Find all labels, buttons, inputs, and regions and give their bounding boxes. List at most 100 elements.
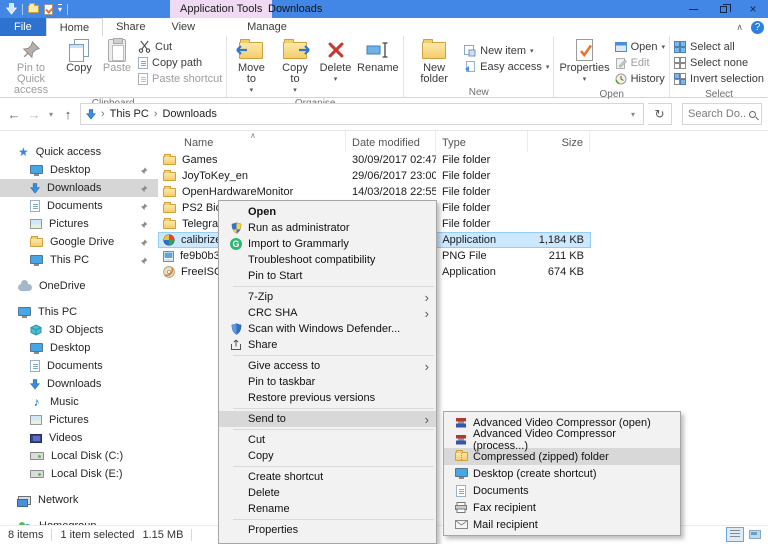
sidebar-item-downloads-qa[interactable]: Downloads bbox=[0, 179, 158, 197]
menu-item-troubleshoot-compatibility[interactable]: Troubleshoot compatibility bbox=[219, 252, 436, 268]
search-input[interactable]: Search Do... bbox=[682, 103, 762, 125]
breadcrumb-this-pc[interactable]: This PC bbox=[110, 108, 149, 120]
sidebar-item-desktop[interactable]: Desktop bbox=[0, 339, 158, 357]
tab-view[interactable]: View bbox=[158, 18, 208, 36]
sidebar-item-3d-objects[interactable]: 3D Objects bbox=[0, 321, 158, 339]
copy-path-button[interactable]: Copy path bbox=[138, 55, 222, 70]
sidebar-item-this-pc[interactable]: This PC bbox=[0, 303, 158, 321]
menu-item-give-access-to[interactable]: Give access to › bbox=[219, 358, 436, 374]
submenu-item-desktop-create-shortcut[interactable]: Desktop (create shortcut) bbox=[444, 465, 680, 482]
breadcrumb[interactable]: › This PC › Downloads ▾ bbox=[80, 103, 644, 125]
submenu-item-documents[interactable]: Documents bbox=[444, 482, 680, 499]
file-row[interactable]: JoyToKey_en 29/06/2017 23:00 File folder bbox=[158, 168, 591, 184]
sidebar-item-google-drive[interactable]: Google Drive bbox=[0, 233, 158, 251]
menu-item-import-to-grammarly[interactable]: G Import to Grammarly bbox=[219, 236, 436, 252]
properties-button[interactable]: Properties ▾ bbox=[556, 37, 612, 86]
sidebar-item-local-disk-c[interactable]: Local Disk (C:) bbox=[0, 447, 158, 465]
tab-home[interactable]: Home bbox=[45, 18, 104, 36]
rename-button[interactable]: Rename bbox=[355, 37, 402, 75]
delete-button[interactable]: Delete ▾ bbox=[317, 37, 355, 86]
submenu-item-fax-recipient[interactable]: Fax recipient bbox=[444, 499, 680, 516]
move-to-button[interactable]: Move to ▾ bbox=[229, 37, 273, 97]
forward-icon[interactable]: → bbox=[26, 107, 42, 122]
sidebar-item-network[interactable]: Network bbox=[0, 491, 158, 509]
sidebar-item-documents-qa[interactable]: Documents bbox=[0, 197, 158, 215]
file-row[interactable]: OpenHardwareMonitor 14/03/2018 22:55 Fil… bbox=[158, 184, 591, 200]
recent-locations-icon[interactable]: ▾ bbox=[46, 110, 56, 119]
sidebar-item-pictures[interactable]: Pictures bbox=[0, 411, 158, 429]
close-button[interactable]: × bbox=[738, 0, 768, 18]
copy-to-button[interactable]: Copy to ▾ bbox=[274, 37, 317, 97]
pin-to-quick-access-button[interactable]: Pin to Quick access bbox=[2, 37, 60, 97]
sidebar-item-pictures-qa[interactable]: Pictures bbox=[0, 215, 158, 233]
menu-item-restore-previous-versions[interactable]: Restore previous versions bbox=[219, 390, 436, 406]
qat-folder-icon[interactable] bbox=[28, 3, 39, 13]
menu-item-pin-to-taskbar[interactable]: Pin to taskbar bbox=[219, 374, 436, 390]
selection-count: 1 item selected bbox=[60, 529, 135, 541]
qat-properties-icon[interactable] bbox=[44, 3, 53, 15]
tab-share[interactable]: Share bbox=[103, 18, 158, 36]
collapse-ribbon-icon[interactable]: ∧ bbox=[736, 22, 743, 33]
copy-button[interactable]: Copy bbox=[60, 37, 98, 75]
breadcrumb-current[interactable]: Downloads bbox=[162, 108, 216, 120]
select-none-button[interactable]: Select none bbox=[674, 55, 764, 70]
new-item-button[interactable]: New item ▾ bbox=[464, 43, 549, 58]
paste-button[interactable]: Paste bbox=[98, 37, 136, 75]
edit-button[interactable]: Edit bbox=[615, 55, 665, 70]
easy-access-icon bbox=[464, 60, 476, 73]
column-header-name[interactable]: Name bbox=[158, 131, 346, 152]
restore-button[interactable] bbox=[708, 0, 738, 18]
tab-manage[interactable]: Manage bbox=[234, 18, 300, 36]
menu-item-crc-sha[interactable]: CRC SHA › bbox=[219, 305, 436, 321]
menu-item-pin-to-start[interactable]: Pin to Start bbox=[219, 268, 436, 284]
back-icon[interactable]: ← bbox=[6, 107, 22, 122]
sidebar-item-quick-access[interactable]: ★ Quick access bbox=[0, 143, 158, 161]
png-file-icon bbox=[163, 250, 174, 262]
details-view-button[interactable] bbox=[726, 527, 744, 542]
sidebar-item-this-pc-qa[interactable]: This PC bbox=[0, 251, 158, 269]
column-header-size[interactable]: Size bbox=[528, 131, 590, 152]
select-all-button[interactable]: Select all bbox=[674, 39, 764, 54]
menu-item-cut[interactable]: Cut bbox=[219, 432, 436, 448]
sidebar-item-local-disk-e[interactable]: Local Disk (E:) bbox=[0, 465, 158, 483]
new-folder-button[interactable]: New folder bbox=[406, 37, 462, 86]
tab-file[interactable]: File bbox=[0, 18, 46, 36]
address-dropdown-icon[interactable]: ▾ bbox=[628, 110, 638, 119]
menu-item-7-zip[interactable]: 7-Zip › bbox=[219, 289, 436, 305]
menu-item-run-as-administrator[interactable]: Run as administrator bbox=[219, 220, 436, 236]
menu-item-delete[interactable]: Delete bbox=[219, 485, 436, 501]
submenu-item-mail-recipient[interactable]: Mail recipient bbox=[444, 516, 680, 533]
invert-selection-button[interactable]: Invert selection bbox=[674, 71, 764, 86]
column-header-type[interactable]: Type bbox=[436, 131, 528, 152]
easy-access-button[interactable]: Easy access ▾ bbox=[464, 59, 549, 74]
thumbnail-view-button[interactable] bbox=[746, 527, 764, 542]
open-button[interactable]: Open ▾ bbox=[614, 39, 665, 54]
history-button[interactable]: History bbox=[615, 71, 665, 86]
cut-button[interactable]: Cut bbox=[138, 39, 222, 54]
sidebar-item-videos[interactable]: Videos bbox=[0, 429, 158, 447]
paste-shortcut-icon bbox=[138, 72, 148, 85]
sidebar-item-homegroup[interactable]: Homegroup bbox=[0, 517, 158, 525]
sidebar-item-documents[interactable]: Documents bbox=[0, 357, 158, 375]
submenu-item-avc-process[interactable]: Advanced Video Compressor (process...) bbox=[444, 428, 680, 452]
help-icon[interactable]: ? bbox=[751, 20, 764, 34]
menu-item-rename[interactable]: Rename bbox=[219, 501, 436, 517]
menu-item-create-shortcut[interactable]: Create shortcut bbox=[219, 469, 436, 485]
sidebar-item-onedrive[interactable]: OneDrive bbox=[0, 277, 158, 295]
menu-item-copy[interactable]: Copy bbox=[219, 448, 436, 464]
menu-item-open[interactable]: Open bbox=[219, 204, 436, 220]
sidebar-item-music[interactable]: ♪ Music bbox=[0, 393, 158, 411]
column-header-date-modified[interactable]: Date modified bbox=[346, 131, 436, 152]
menu-item-share[interactable]: Share bbox=[219, 337, 436, 353]
refresh-button[interactable]: ↻ bbox=[648, 103, 672, 125]
up-icon[interactable]: ↑ bbox=[60, 107, 76, 122]
minimize-button[interactable] bbox=[678, 0, 708, 18]
menu-item-scan-with-windows-defender[interactable]: Scan with Windows Defender... bbox=[219, 321, 436, 337]
qat-customize-icon[interactable]: ▾ bbox=[58, 4, 63, 14]
menu-item-send-to[interactable]: Send to › bbox=[219, 411, 436, 427]
menu-item-properties[interactable]: Properties bbox=[219, 522, 436, 538]
paste-shortcut-button[interactable]: Paste shortcut bbox=[138, 71, 222, 86]
file-row[interactable]: Games 30/09/2017 02:47 File folder bbox=[158, 152, 591, 168]
sidebar-item-desktop-qa[interactable]: Desktop bbox=[0, 161, 158, 179]
sidebar-item-downloads[interactable]: Downloads bbox=[0, 375, 158, 393]
